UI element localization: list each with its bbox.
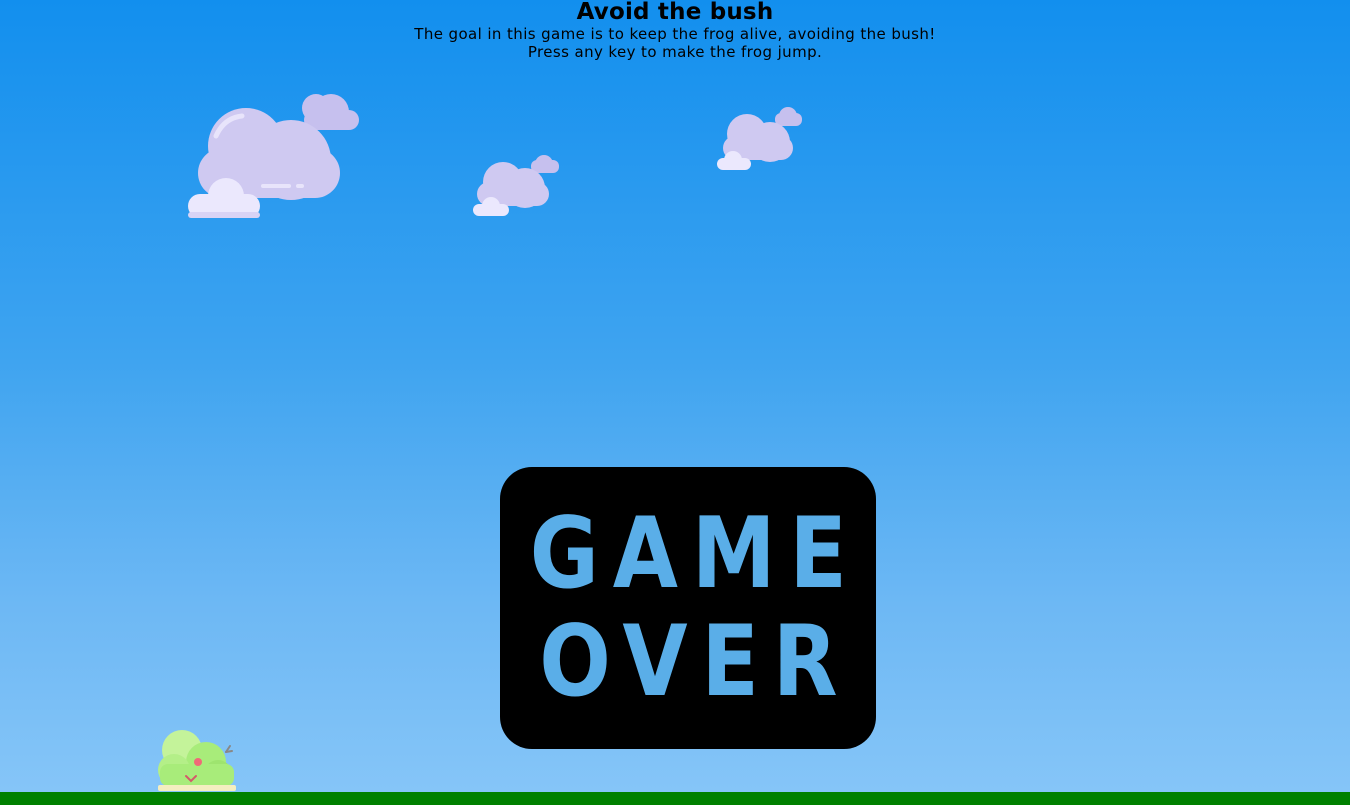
cloud-icon bbox=[473, 155, 559, 216]
cloud-icon bbox=[188, 94, 359, 218]
game-description-line2: Press any key to make the frog jump. bbox=[527, 43, 823, 61]
game-over-word-game: GAME bbox=[529, 497, 861, 611]
cloud-icon bbox=[717, 107, 802, 170]
bush-icon bbox=[158, 730, 236, 791]
game-title: Avoid the bush bbox=[576, 0, 774, 25]
ground-strip bbox=[0, 792, 1350, 805]
game-over-word-over: OVER bbox=[538, 605, 851, 719]
game-over-panel: GAME OVER bbox=[500, 467, 876, 749]
game-description-line1: The goal in this game is to keep the fro… bbox=[414, 25, 936, 43]
game-header: Avoid the bush The goal in this game is … bbox=[0, 0, 1350, 61]
